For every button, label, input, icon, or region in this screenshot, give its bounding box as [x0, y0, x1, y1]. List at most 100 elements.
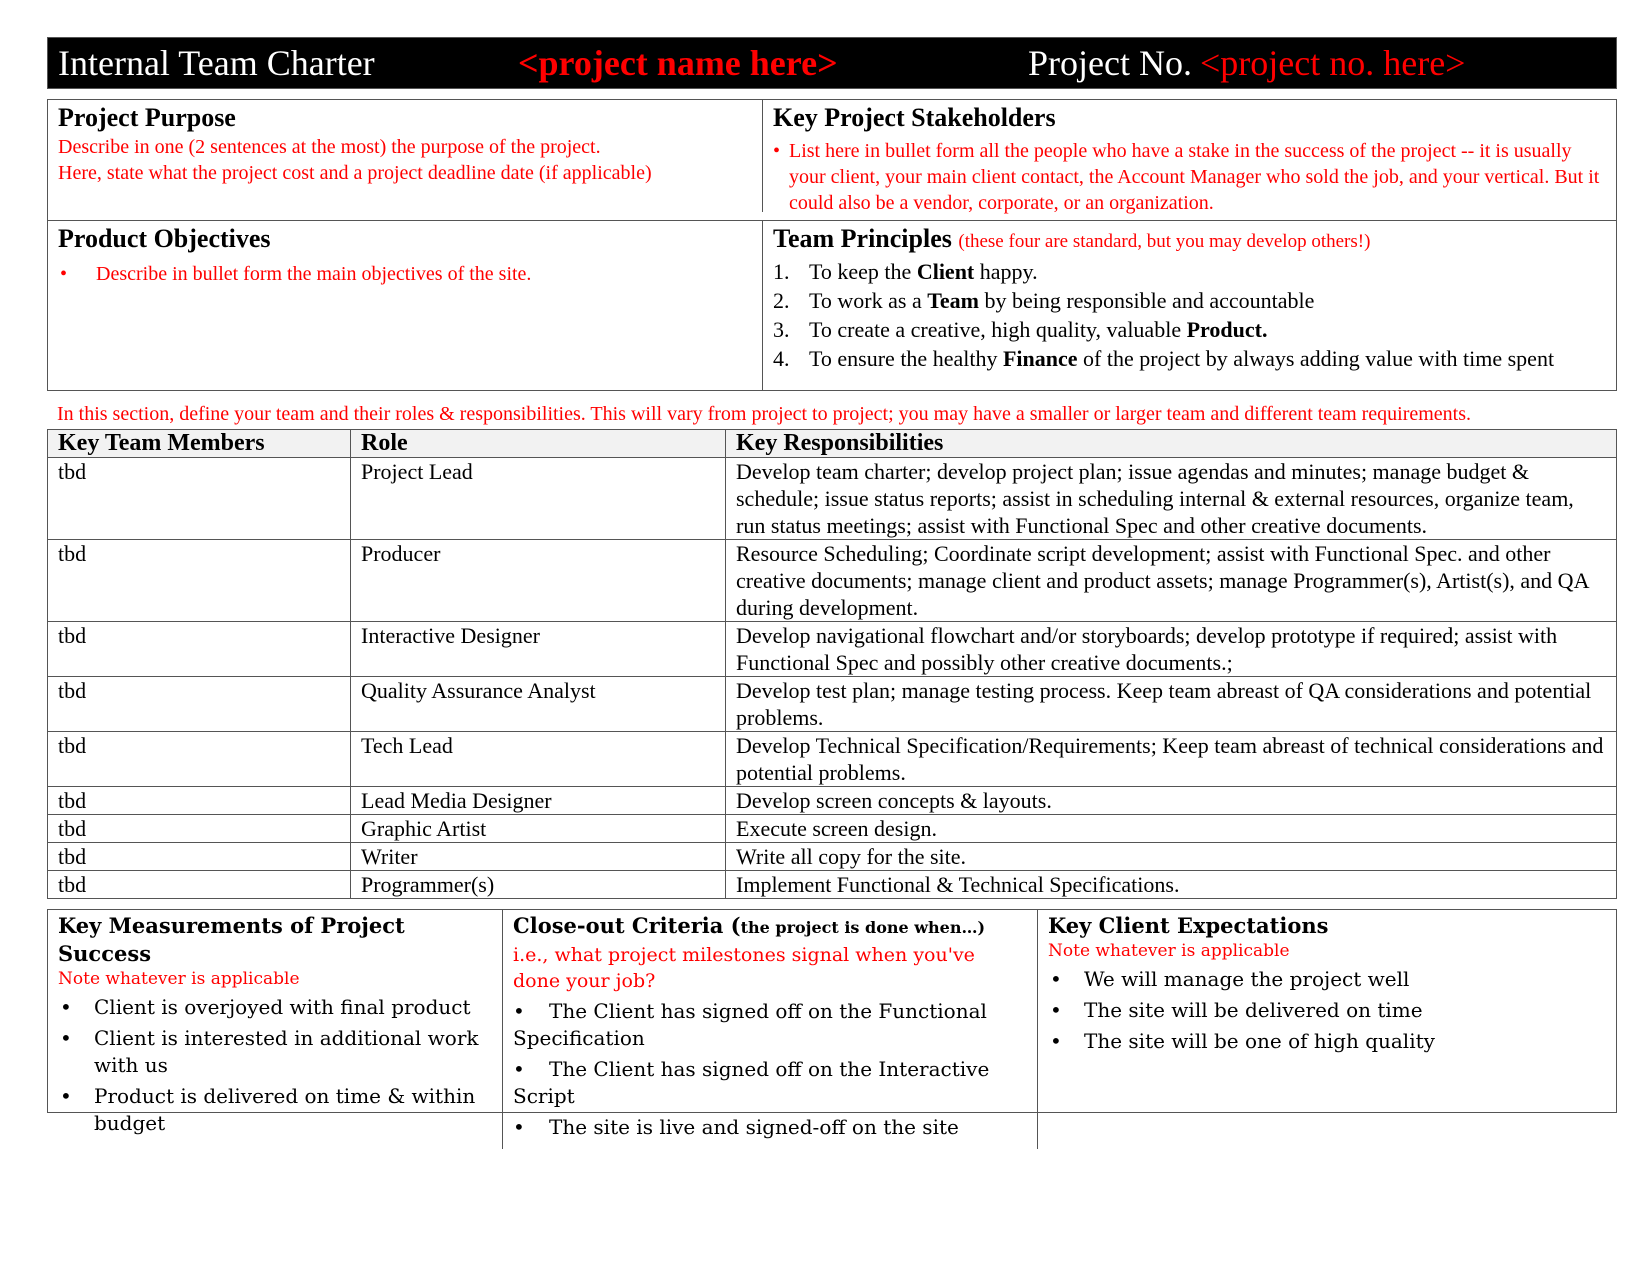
closeout-list: • The Client has signed off on the Functi… [513, 998, 1027, 1141]
project-no-placeholder: <project no. here> [1199, 43, 1466, 83]
team-section-note: In this section, define your team and th… [57, 403, 1472, 425]
closeout-criteria-section: Close-out Criteria (the project is done … [503, 910, 1038, 1149]
product-objectives-section: Product Objectives Describe in bullet fo… [48, 220, 763, 390]
principles-heading: Team Principles [773, 224, 952, 253]
closeout-heading-row: Close-out Criteria (the project is done … [513, 912, 1027, 942]
project-no-label: Project No. [1028, 43, 1192, 83]
measurement-item: Product is delivered on time & within bu… [58, 1083, 492, 1137]
table-row: tbd Project Lead Develop team charter; dev… [47, 457, 1617, 540]
table-row: tbd Lead Media Designer Develop screen con… [47, 786, 1617, 815]
principle-number: 1. [773, 259, 790, 284]
team-member-cell: tbd [47, 786, 351, 815]
responsibilities-cell: Develop test plan; manage testing proces… [725, 676, 1617, 732]
team-principles-section: Team Principles (these four are standard… [763, 220, 1616, 390]
closeout-note: i.e., what project milestones signal whe… [513, 944, 975, 992]
bullet-icon: • [513, 999, 525, 1023]
project-name-placeholder: <project name here> [518, 43, 838, 83]
team-table-header: Key Team Members Role Key Responsibiliti… [47, 429, 1617, 458]
principles-note: (these four are standard, but you may de… [958, 231, 1371, 252]
table-row: tbd Tech Lead Develop Technical Specificat… [47, 731, 1617, 787]
project-purpose-section: Project Purpose Describe in one (2 sente… [48, 100, 763, 212]
principle-item: 4. To ensure the healthy Finance of the p… [773, 345, 1606, 373]
objective-item: Describe in bullet form the main objecti… [58, 261, 752, 287]
purpose-line: Describe in one (2 sentences at the most… [58, 136, 601, 158]
team-member-cell: tbd [47, 621, 351, 677]
principle-text: To work as a Team by being responsible a… [809, 288, 1315, 313]
role-cell: Interactive Designer [350, 621, 726, 677]
closeout-item: • The Client has signed off on the Intera… [513, 1056, 1027, 1110]
principle-item: 1. To keep the Client happy. [773, 258, 1606, 286]
closeout-item: • The site is live and signed-off on the … [513, 1114, 1027, 1141]
responsibilities-cell: Execute screen design. [725, 814, 1617, 843]
column-header-role: Role [350, 429, 726, 458]
stakeholders-list: List here in bullet form all the people … [773, 138, 1606, 216]
role-cell: Producer [350, 539, 726, 622]
table-row: tbd Writer Write all copy for the site. [47, 842, 1617, 871]
principle-number: 3. [773, 317, 790, 342]
responsibilities-cell: Implement Functional & Technical Specifi… [725, 870, 1617, 899]
closeout-item-text: The site is live and signed-off on the s… [549, 1115, 959, 1139]
bullet-icon: • [513, 1115, 525, 1139]
purpose-line: Here, state what the project cost and a … [58, 162, 652, 184]
expectation-item: We will manage the project well [1048, 966, 1606, 993]
overview-grid: Project Purpose Describe in one (2 sente… [47, 99, 1617, 391]
principle-text: To keep the Client happy. [809, 259, 1038, 284]
table-row: tbd Graphic Artist Execute screen design. [47, 814, 1617, 843]
key-measurements-section: Key Measurements of Project Success Note… [48, 910, 503, 1149]
column-header-members: Key Team Members [47, 429, 351, 458]
principles-list: 1. To keep the Client happy. 2. To work as … [773, 258, 1606, 373]
team-member-cell: tbd [47, 731, 351, 787]
team-table: Key Team Members Role Key Responsibiliti… [47, 429, 1617, 899]
stakeholders-heading: Key Project Stakeholders [773, 103, 1056, 132]
expectation-item: The site will be one of high quality [1048, 1028, 1606, 1055]
expectations-heading: Key Client Expectations [1048, 913, 1329, 938]
role-cell: Tech Lead [350, 731, 726, 787]
principle-number: 4. [773, 346, 790, 371]
table-row: tbd Producer Resource Scheduling; Coordina… [47, 539, 1617, 622]
table-row: tbd Programmer(s) Implement Functional & T… [47, 870, 1617, 899]
role-cell: Project Lead [350, 457, 726, 540]
expectation-item: The site will be delivered on time [1048, 997, 1606, 1024]
role-cell: Quality Assurance Analyst [350, 676, 726, 732]
responsibilities-cell: Develop team charter; develop project pl… [725, 457, 1617, 540]
principle-item: 2. To work as a Team by being responsible… [773, 287, 1606, 315]
stakeholder-item: List here in bullet form all the people … [773, 138, 1606, 216]
title-banner: Internal Team Charter <project name here… [47, 37, 1617, 89]
role-cell: Programmer(s) [350, 870, 726, 899]
client-expectations-section: Key Client Expectations Note whatever is… [1038, 910, 1616, 1149]
measurements-heading: Key Measurements of Project Success [58, 913, 405, 966]
responsibilities-cell: Develop Technical Specification/Requirem… [725, 731, 1617, 787]
bullet-icon: • [513, 1057, 525, 1081]
expectations-note: Note whatever is applicable [1048, 941, 1290, 961]
closeout-heading-note: the project is done when…) [740, 918, 986, 937]
project-purpose-heading: Project Purpose [58, 103, 236, 132]
team-member-cell: tbd [47, 676, 351, 732]
role-cell: Graphic Artist [350, 814, 726, 843]
team-member-cell: tbd [47, 457, 351, 540]
measurement-item: Client is interested in additional work … [58, 1025, 492, 1079]
team-member-cell: tbd [47, 814, 351, 843]
principle-number: 2. [773, 288, 790, 313]
responsibilities-cell: Resource Scheduling; Coordinate script d… [725, 539, 1617, 622]
measurements-list: Client is overjoyed with final product C… [58, 994, 492, 1137]
measurement-item: Client is overjoyed with final product [58, 994, 492, 1021]
column-header-responsibilities: Key Responsibilities [725, 429, 1617, 458]
role-cell: Writer [350, 842, 726, 871]
objectives-list: Describe in bullet form the main objecti… [58, 261, 752, 287]
role-cell: Lead Media Designer [350, 786, 726, 815]
closeout-item-text: The Client has signed off on the Interac… [513, 1057, 990, 1108]
document-title: Internal Team Charter [58, 43, 375, 83]
principle-text: To create a creative, high quality, valu… [809, 317, 1268, 342]
table-row: tbd Interactive Designer Develop navigatio… [47, 621, 1617, 677]
principle-text: To ensure the healthy Finance of the pro… [809, 346, 1555, 371]
charter-page: Internal Team Charter <project name here… [47, 37, 1617, 1149]
closeout-item-text: The Client has signed off on the Functio… [513, 999, 987, 1050]
expectations-list: We will manage the project well The site… [1048, 966, 1606, 1055]
objectives-heading: Product Objectives [58, 224, 271, 253]
responsibilities-cell: Develop screen concepts & layouts. [725, 786, 1617, 815]
closeout-heading: Close-out Criteria ( [513, 913, 741, 938]
team-member-cell: tbd [47, 870, 351, 899]
principle-item: 3. To create a creative, high quality, va… [773, 316, 1606, 344]
principles-heading-row: Team Principles (these four are standard… [773, 223, 1606, 258]
responsibilities-cell: Write all copy for the site. [725, 842, 1617, 871]
